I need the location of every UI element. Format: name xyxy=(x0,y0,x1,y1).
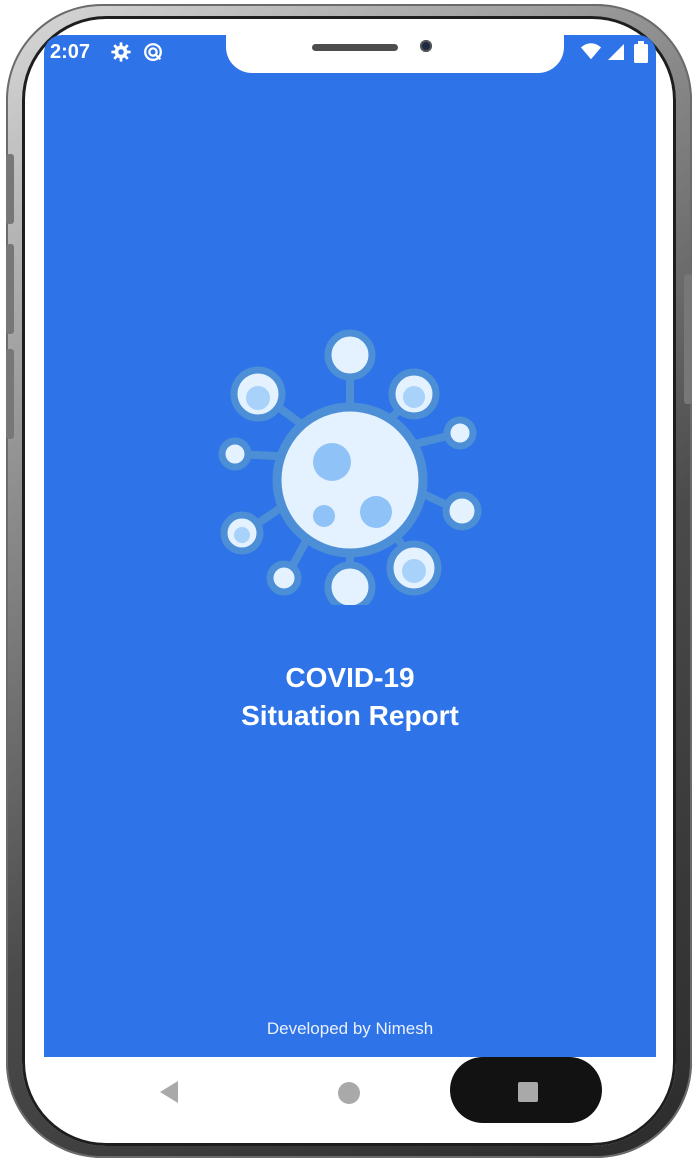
battery-icon xyxy=(634,41,648,68)
virus-icon xyxy=(214,315,486,613)
phone-side-button xyxy=(6,349,14,439)
signal-icon xyxy=(606,41,626,66)
wifi-icon xyxy=(580,41,602,66)
home-icon[interactable] xyxy=(338,1082,360,1104)
title-line-2: Situation Report xyxy=(241,700,459,731)
display-notch xyxy=(226,35,564,73)
earpiece-speaker xyxy=(312,44,398,51)
title-line-1: COVID-19 xyxy=(285,662,415,693)
status-time: 2:07 xyxy=(50,41,91,63)
navigation-bar xyxy=(44,1057,656,1127)
location-target-icon xyxy=(142,41,164,68)
app-title: COVID-19 Situation Report xyxy=(44,659,656,735)
app-screen: 2:07 COVID-19 Situation Report Developed… xyxy=(44,35,656,1057)
recents-icon[interactable] xyxy=(518,1082,538,1102)
back-icon[interactable] xyxy=(160,1081,178,1103)
phone-side-button xyxy=(6,154,14,224)
phone-side-button xyxy=(6,244,14,334)
phone-power-button xyxy=(684,274,692,404)
developer-credit: Developed by Nimesh xyxy=(266,1019,434,1038)
front-camera xyxy=(420,40,432,52)
settings-gear-icon xyxy=(110,41,132,68)
